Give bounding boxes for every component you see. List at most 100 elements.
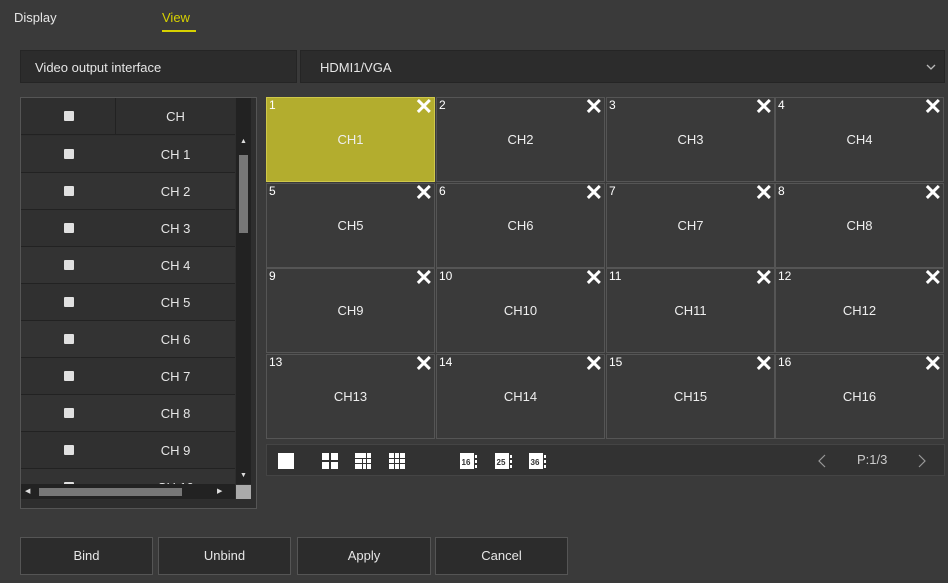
list-item[interactable]: CH 3 — [21, 210, 235, 247]
tab-view[interactable]: View — [162, 10, 190, 25]
channel-checkbox[interactable] — [64, 149, 74, 159]
close-icon[interactable]: ✕ — [585, 95, 603, 119]
grid-cell[interactable]: 15 ✕ CH15 — [606, 352, 775, 439]
vertical-scrollbar[interactable]: ▲ ▼ — [236, 98, 251, 484]
grid-cell[interactable]: 13 ✕ CH13 — [266, 352, 435, 439]
cell-channel-label: CH7 — [677, 218, 704, 233]
channel-label: CH 2 — [160, 184, 191, 199]
cell-channel-label: CH16 — [842, 389, 877, 404]
scrollbar-corner — [236, 485, 251, 499]
cell-number: 14 — [439, 355, 453, 369]
grid-cell[interactable]: 4 ✕ CH4 — [775, 95, 944, 182]
chevron-down-icon — [926, 51, 936, 98]
close-icon[interactable]: ✕ — [755, 266, 773, 290]
layout-36-icon[interactable]: 36 — [529, 453, 547, 469]
cell-number: 7 — [609, 184, 616, 198]
scroll-left-arrow-icon[interactable]: ◀ — [25, 485, 30, 499]
channel-label: CH 4 — [160, 258, 191, 273]
close-icon[interactable]: ✕ — [755, 181, 773, 205]
channel-list-header: CH — [21, 98, 235, 135]
layout-toolbar: 16 25 36 P:1/3 — [266, 444, 945, 476]
grid-cell[interactable]: 12 ✕ CH12 — [775, 266, 944, 353]
svg-text:25: 25 — [497, 458, 506, 467]
cell-number: 2 — [439, 98, 446, 112]
grid-cell[interactable]: 14 ✕ CH14 — [436, 352, 605, 439]
channel-label: CH 1 — [160, 147, 191, 162]
close-icon[interactable]: ✕ — [755, 352, 773, 376]
cell-channel-label: CH5 — [337, 218, 364, 233]
vertical-scroll-thumb[interactable] — [239, 155, 248, 233]
channel-checkbox[interactable] — [64, 223, 74, 233]
scroll-down-arrow-icon[interactable]: ▼ — [236, 472, 251, 479]
close-icon[interactable]: ✕ — [415, 95, 433, 119]
list-item[interactable]: CH 6 — [21, 321, 235, 358]
unbind-button[interactable]: Unbind — [158, 537, 291, 575]
channel-checkbox[interactable] — [64, 334, 74, 344]
close-icon[interactable]: ✕ — [415, 352, 433, 376]
channel-checkbox[interactable] — [64, 371, 74, 381]
apply-button[interactable]: Apply — [297, 537, 431, 575]
scroll-up-arrow-icon[interactable]: ▲ — [236, 138, 251, 145]
grid-cell[interactable]: 8 ✕ CH8 — [775, 181, 944, 268]
grid-cell[interactable]: 5 ✕ CH5 — [266, 181, 435, 268]
close-icon[interactable]: ✕ — [585, 181, 603, 205]
close-icon[interactable]: ✕ — [415, 181, 433, 205]
grid-cell[interactable]: 11 ✕ CH11 — [606, 266, 775, 353]
cell-channel-label: CH4 — [846, 132, 873, 147]
grid-cell[interactable]: 2 ✕ CH2 — [436, 95, 605, 182]
cell-channel-label: CH1 — [337, 132, 364, 147]
grid-cell[interactable]: 10 ✕ CH10 — [436, 266, 605, 353]
layout-9-icon[interactable] — [389, 453, 405, 469]
list-item[interactable]: CH 8 — [21, 395, 235, 432]
cancel-button[interactable]: Cancel — [435, 537, 568, 575]
close-icon[interactable]: ✕ — [924, 352, 942, 376]
layout-16-icon[interactable]: 16 — [460, 453, 478, 469]
layout-8-icon[interactable] — [355, 453, 371, 469]
grid-cell[interactable]: 1 ✕ CH1 — [266, 95, 435, 182]
list-item[interactable]: CH 1 — [21, 136, 235, 173]
scroll-right-arrow-icon[interactable]: ▶ — [217, 485, 222, 499]
previous-page-icon[interactable] — [815, 453, 831, 469]
layout-4-icon[interactable] — [322, 453, 338, 469]
close-icon[interactable]: ✕ — [585, 352, 603, 376]
cell-number: 8 — [778, 184, 785, 198]
close-icon[interactable]: ✕ — [924, 181, 942, 205]
view-grid: 1 ✕ CH1 2 ✕ CH2 3 ✕ CH3 4 ✕ CH4 5 ✕ CH5 6 ✕ CH6 7 ✕ CH7 8 ✕ CH8… — [266, 95, 945, 440]
close-icon[interactable]: ✕ — [755, 95, 773, 119]
channel-checkbox[interactable] — [64, 297, 74, 307]
grid-cell[interactable]: 9 ✕ CH9 — [266, 266, 435, 353]
video-output-select[interactable]: HDMI1/VGA — [300, 50, 945, 83]
grid-cell[interactable]: 7 ✕ CH7 — [606, 181, 775, 268]
tab-display[interactable]: Display — [14, 10, 57, 25]
video-output-row: Video output interface HDMI1/VGA — [20, 50, 945, 83]
list-item[interactable]: CH 5 — [21, 284, 235, 321]
cell-channel-label: CH2 — [507, 132, 534, 147]
grid-cell[interactable]: 6 ✕ CH6 — [436, 181, 605, 268]
select-all-checkbox[interactable] — [64, 111, 74, 121]
video-output-label: Video output interface — [20, 50, 297, 83]
layout-25-icon[interactable]: 25 — [495, 453, 513, 469]
grid-cell[interactable]: 3 ✕ CH3 — [606, 95, 775, 182]
next-page-icon[interactable] — [913, 453, 929, 469]
grid-cell[interactable]: 16 ✕ CH16 — [775, 352, 944, 439]
close-icon[interactable]: ✕ — [415, 266, 433, 290]
channel-checkbox[interactable] — [64, 445, 74, 455]
channel-checkbox[interactable] — [64, 408, 74, 418]
list-item[interactable]: CH 7 — [21, 358, 235, 395]
close-icon[interactable]: ✕ — [924, 95, 942, 119]
bind-button[interactable]: Bind — [20, 537, 153, 575]
layout-1-icon[interactable] — [278, 453, 294, 469]
channel-checkbox[interactable] — [64, 260, 74, 270]
list-item[interactable]: CH 10 — [21, 469, 235, 485]
horizontal-scroll-thumb[interactable] — [39, 488, 182, 496]
list-item[interactable]: CH 9 — [21, 432, 235, 469]
horizontal-scrollbar[interactable]: ◀ ▶ — [21, 485, 235, 499]
cell-number: 1 — [269, 98, 276, 112]
channel-column-header: CH — [166, 109, 185, 124]
close-icon[interactable]: ✕ — [585, 266, 603, 290]
channel-checkbox[interactable] — [64, 186, 74, 196]
close-icon[interactable]: ✕ — [924, 266, 942, 290]
channel-label: CH 8 — [160, 406, 191, 421]
list-item[interactable]: CH 4 — [21, 247, 235, 284]
list-item[interactable]: CH 2 — [21, 173, 235, 210]
